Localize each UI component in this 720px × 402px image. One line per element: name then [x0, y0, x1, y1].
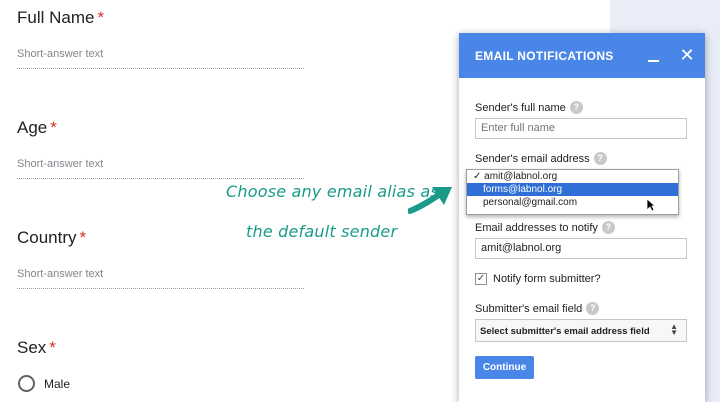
check-icon: ✓ [473, 171, 482, 182]
age-answer-field[interactable]: Short-answer text [17, 157, 304, 179]
sender-name-label: Sender's full name? [475, 101, 583, 114]
notify-emails-input[interactable]: amit@labnol.org [475, 238, 687, 259]
radio-button[interactable] [18, 375, 35, 392]
sender-name-input[interactable]: Enter full name [475, 118, 687, 139]
mouse-pointer-icon [646, 198, 656, 212]
notify-submitter-checkbox[interactable]: ✓ [475, 273, 487, 285]
question-title-age: Age * [17, 118, 57, 137]
dialog-header: EMAIL NOTIFICATIONS ✕ [459, 33, 705, 78]
submitter-field-label: Submitter's email field? [475, 302, 600, 315]
help-icon[interactable]: ? [586, 302, 600, 315]
radio-option-male[interactable]: Male [18, 375, 70, 392]
required-mark: * [97, 8, 105, 27]
radio-label: Male [44, 376, 71, 391]
help-icon[interactable]: ? [601, 221, 615, 234]
dropdown-option[interactable]: ✓ amit@labnol.org [467, 170, 678, 183]
select-arrows-icon: ▲ ▼ [670, 322, 678, 337]
country-answer-field[interactable]: Short-answer text [17, 267, 304, 289]
required-mark: * [49, 338, 56, 357]
dropdown-option-highlighted[interactable]: forms@labnol.org [467, 183, 678, 196]
continue-button[interactable]: Continue [475, 356, 534, 379]
annotation-line-1: Choose any email alias as [226, 182, 439, 201]
annotation-line-2: the default sender [246, 222, 398, 241]
notify-label: Email addresses to notify? [475, 221, 615, 234]
sender-email-label: Sender's email address? [475, 152, 607, 165]
notify-submitter-row[interactable]: ✓ Notify form submitter? [475, 273, 601, 285]
help-icon[interactable]: ? [569, 101, 583, 114]
help-icon[interactable]: ? [593, 152, 607, 165]
submitter-field-select[interactable]: Select submitter's email address field ▲… [475, 319, 687, 342]
close-icon[interactable]: ✕ [669, 33, 705, 78]
question-title-sex: Sex * [17, 338, 56, 357]
annotation-arrow-icon [408, 187, 452, 214]
dialog-title: EMAIL NOTIFICATIONS [475, 48, 614, 63]
email-notifications-dialog: EMAIL NOTIFICATIONS ✕ Sender's full name… [459, 33, 705, 402]
question-title-country: Country * [17, 228, 87, 247]
minimize-icon[interactable] [637, 33, 669, 78]
question-title-full-name: Full Name * [17, 8, 105, 27]
required-mark: * [50, 118, 57, 137]
full-name-answer-field[interactable]: Short-answer text [17, 47, 304, 69]
checkbox-label: Notify form submitter? [493, 273, 601, 285]
required-mark: * [79, 228, 87, 247]
